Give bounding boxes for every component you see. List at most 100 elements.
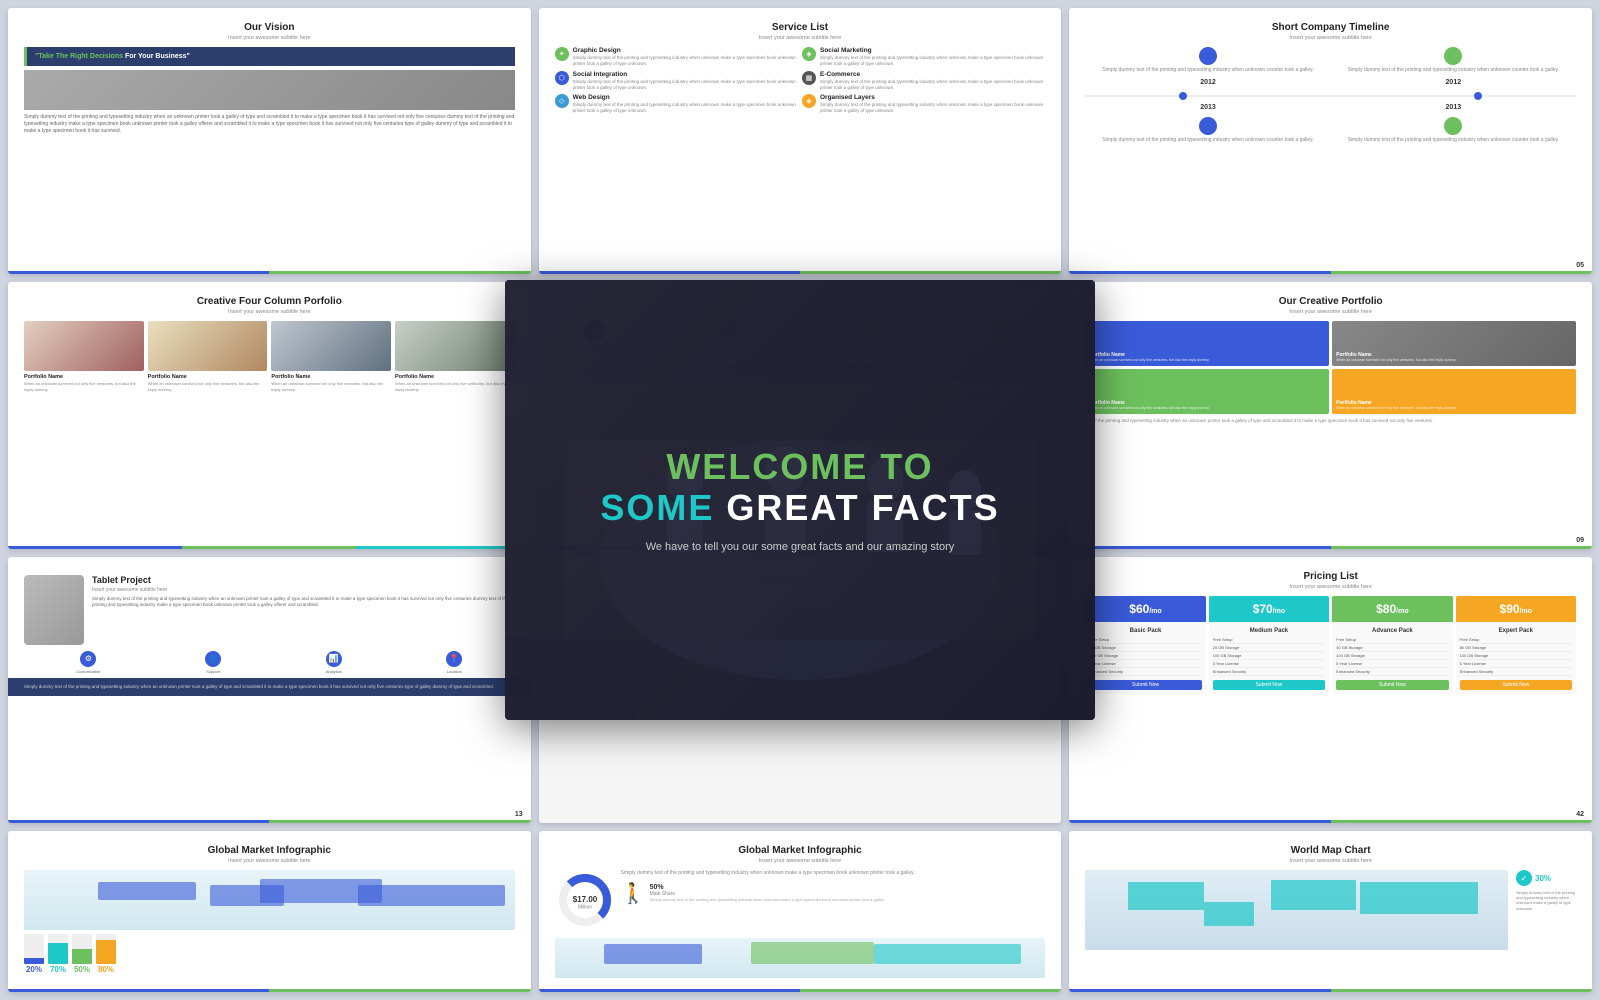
slide1-title: Our Vision <box>24 22 515 33</box>
price-col-advance: $80/mo Advance Pack Free Setup 40 GB Sto… <box>1332 596 1452 694</box>
service-desc: Simply dummy text of the printing and ty… <box>573 102 798 114</box>
slide11-subtitle: Insert your awesome subtitle here <box>555 858 1046 864</box>
submit-btn-advance[interactable]: Submit Now <box>1336 680 1448 690</box>
portfolio-item: Portfolio Name When an unknown survived … <box>148 321 268 391</box>
welcome-great: GREAT FACTS <box>726 487 999 528</box>
portfolio-img-4 <box>395 321 515 371</box>
bar-blue <box>8 989 269 992</box>
service-desc: Simply dummy text of the printing and ty… <box>820 79 1045 91</box>
global-market-stats: $17.00 Million Simply dummy text of the … <box>555 870 1046 932</box>
portfolio-name: Portfolio Name <box>148 374 268 380</box>
bar-green <box>1331 820 1592 823</box>
pct-bar-fill <box>24 958 44 964</box>
map-continent-as <box>358 885 505 906</box>
submit-btn-expert[interactable]: Submit Now <box>1460 680 1572 690</box>
submit-btn-basic[interactable]: Submit Now <box>1089 680 1201 690</box>
bottom-bar <box>539 989 1062 992</box>
price-feature: 40 GB Storage <box>1336 644 1448 652</box>
service-text: Organised Layers Simply dummy text of th… <box>820 94 1045 114</box>
pct-bar <box>24 934 44 964</box>
tablet-info: Tablet Project Insert your awesome subti… <box>92 575 515 645</box>
portfolio-img-2 <box>148 321 268 371</box>
slide6-body: out of the printing and typesetting indu… <box>1085 418 1576 424</box>
service-item: ▦ E-Commerce Simply dummy text of the pr… <box>802 71 1045 91</box>
service-icon-ecommerce: ▦ <box>802 71 816 85</box>
timeline-dot <box>1474 92 1482 100</box>
market-stats: Simply dummy text of the printing and ty… <box>621 870 1046 932</box>
slide9-title: Pricing List <box>1085 571 1576 582</box>
world-map-visual <box>1085 870 1508 950</box>
timeline-icons-row: Simply dummy text of the printing and ty… <box>1085 47 1576 73</box>
world-map-left <box>1085 870 1508 950</box>
slide9-subtitle: Insert your awesome subtitle here <box>1085 584 1576 590</box>
stat-desc: Simply dummy text of the printing and ty… <box>621 870 1046 877</box>
price-body-basic: Basic Pack Free Setup 10 GB Storage 100 … <box>1085 622 1205 694</box>
continent-as <box>874 944 1021 964</box>
timeline-icon <box>1444 117 1462 135</box>
slide4-title: Creative Four Column Porfolio <box>24 296 515 307</box>
welcome-line2: SOME GREAT FACTS <box>600 487 999 529</box>
dark-section: Simply dummy text of the printing and ty… <box>8 678 531 696</box>
price-header-advance: $80/mo <box>1332 596 1452 622</box>
service-text: Graphic Design Simply dummy text of the … <box>573 47 798 67</box>
tablet-image <box>24 575 84 645</box>
bar-green <box>269 820 530 823</box>
slide12-title: World Map Chart <box>1085 845 1576 856</box>
price-amount-basic: $60/mo <box>1089 602 1201 616</box>
portfolio-name: Portfolio Name <box>24 374 144 380</box>
wm-stat-icon: ✓ <box>1516 870 1532 886</box>
slide-portfolio-four: Creative Four Column Porfolio Insert you… <box>8 282 531 548</box>
service-item: ◈ Social Marketing Simply dummy text of … <box>802 47 1045 67</box>
welcome-overlay: WELCOME TO SOME GREAT FACTS We have to t… <box>505 280 1095 720</box>
welcome-some: SOME <box>600 487 714 528</box>
service-name: Organised Layers <box>820 94 1045 101</box>
slide12-subtitle: Insert your awesome subtitle here <box>1085 858 1576 864</box>
cp-desc: When an unknown survived not only five c… <box>1336 406 1456 410</box>
timeline-line-container <box>1085 92 1576 100</box>
customizable-icon: ⚙ <box>80 651 96 667</box>
bottom-bar <box>1069 271 1592 274</box>
timeline-icon <box>1444 47 1462 65</box>
submit-btn-medium[interactable]: Submit Now <box>1213 680 1325 690</box>
cp-item-text: Portfolio Name When an unknown survived … <box>1089 352 1209 362</box>
price-feature: Enhanced Security <box>1089 668 1201 676</box>
portfolio-desc: When an unknown survived not only five c… <box>395 381 515 391</box>
service-desc: Simply dummy text of the printing and ty… <box>573 79 798 91</box>
timeline-icon <box>1199 47 1217 65</box>
slide-world-map-chart: World Map Chart Insert your awesome subt… <box>1069 831 1592 992</box>
timeline-icon <box>1199 117 1217 135</box>
slide10-subtitle: Insert your awesome subtitle here <box>24 858 515 864</box>
pct-bar <box>48 934 68 964</box>
price-col-basic: $60/mo Basic Pack Free Setup 10 GB Stora… <box>1085 596 1205 694</box>
dark-body: Simply dummy text of the printing and ty… <box>24 684 515 690</box>
map-area <box>555 938 1046 978</box>
slide-service-list: Service List Insert your awesome subtitl… <box>539 8 1062 274</box>
price-feature: 3 Year License <box>1213 660 1325 668</box>
timeline-icon-item: Simply dummy text of the printing and ty… <box>1102 47 1313 73</box>
portfolio-grid: Portfolio Name When an unknown survived … <box>24 321 515 391</box>
slide3-subtitle: Insert your awesome subtitle here <box>1085 35 1576 41</box>
cp-item: Portfolio Name When an unknown survived … <box>1085 369 1329 414</box>
slide2-subtitle: Insert your awesome subtitle here <box>555 35 1046 41</box>
price-body-medium: Medium Pack Free Setup 20 GB Storage 100… <box>1209 622 1329 694</box>
timeline-icon-item: Simply dummy text of the printing and ty… <box>1348 117 1559 143</box>
cp-desc: When an unknown survived not only five c… <box>1089 406 1209 410</box>
tablet-icon-support: 👤 Support <box>205 651 221 674</box>
bar-green <box>1331 989 1592 992</box>
bar-blue <box>539 271 800 274</box>
price-feature: 100 GB Storage <box>1213 652 1325 660</box>
price-feature: Free Setup <box>1460 636 1572 644</box>
support-label: Support <box>205 669 221 674</box>
service-text: Social Marketing Simply dummy text of th… <box>820 47 1045 67</box>
bar-blue <box>1069 989 1330 992</box>
male-share-text: 50% Male Share Simply dummy text of the … <box>650 884 885 902</box>
slide6-subtitle: Insert your awesome subtitle here <box>1085 309 1576 315</box>
map-continent-na <box>98 882 196 900</box>
svg-text:Million: Million <box>578 905 592 911</box>
pct-num: 70% <box>48 965 68 974</box>
timeline-bottom-icons: Simply dummy text of the printing and ty… <box>1085 117 1576 143</box>
bottom-bar <box>1069 546 1592 549</box>
service-icon-social-int: ⬡ <box>555 71 569 85</box>
price-feature: 10 GB Storage <box>1089 644 1201 652</box>
bar-green <box>1331 271 1592 274</box>
